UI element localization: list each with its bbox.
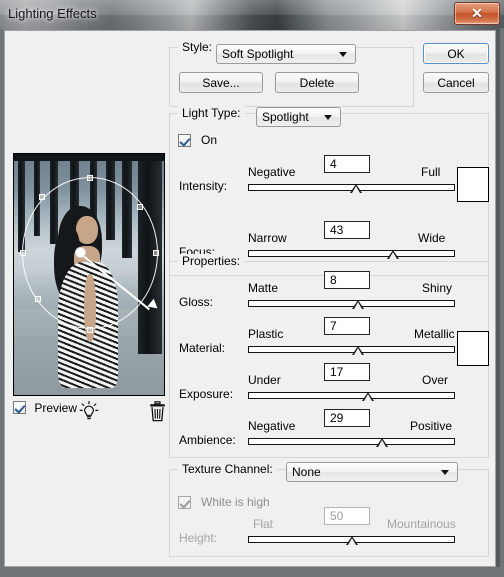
ellipse-handle[interactable] (39, 194, 45, 200)
light-center-handle[interactable] (75, 247, 86, 258)
cancel-button[interactable]: Cancel (423, 72, 489, 93)
height-max-label: Mountainous (387, 517, 456, 531)
height-slider-track[interactable] (248, 536, 455, 545)
gloss-min-label: Matte (248, 281, 279, 295)
focus-min-label: Narrow (248, 231, 287, 245)
ambience-max-label: Positive (410, 419, 453, 433)
material-slider-thumb[interactable] (351, 346, 364, 355)
height-label: Height: (179, 531, 218, 545)
ambience-value-input[interactable]: 29 (324, 409, 370, 427)
chevron-down-icon (339, 52, 347, 57)
light-bulb-icon[interactable] (79, 401, 99, 426)
intensity-max-label: Full (421, 165, 441, 179)
height-slider-thumb[interactable] (345, 536, 358, 545)
dialog-client-area: Preview OK Cancel Style: Soft Spotlight … (4, 30, 496, 567)
ellipse-handle[interactable] (87, 175, 93, 181)
ellipse-handle[interactable] (153, 250, 159, 256)
preview-controls-row: Preview (13, 401, 165, 425)
ambience-min-label: Negative (248, 419, 296, 433)
properties-group-label: Properties: (178, 254, 245, 268)
height-min-label: Flat (253, 517, 274, 531)
trash-icon[interactable] (149, 401, 166, 425)
ellipse-handle[interactable] (35, 296, 41, 302)
material-slider-track[interactable] (248, 346, 455, 355)
ellipse-handle[interactable] (87, 327, 93, 333)
texture-channel-group-label: Texture Channel: (178, 462, 277, 476)
intensity-slider-track[interactable] (248, 184, 455, 193)
close-icon: ✕ (471, 5, 483, 21)
white-is-high-checkbox[interactable] (178, 496, 191, 509)
material-value-input[interactable]: 7 (324, 317, 370, 335)
style-group-label: Style: (178, 40, 217, 54)
style-dropdown-value: Soft Spotlight (222, 47, 294, 61)
light-type-dropdown[interactable]: Spotlight (256, 107, 341, 127)
save-button[interactable]: Save... (179, 72, 263, 93)
focus-slider-thumb[interactable] (386, 250, 399, 259)
light-on-checkbox[interactable] (178, 134, 191, 147)
ellipse-handle[interactable] (137, 204, 143, 210)
pier-piling (14, 154, 164, 161)
gloss-label: Gloss: (179, 295, 214, 309)
delete-button[interactable]: Delete (275, 72, 359, 93)
close-button[interactable]: ✕ (454, 2, 500, 25)
gloss-value-input[interactable]: 8 (324, 271, 370, 289)
chevron-down-icon (441, 470, 449, 475)
intensity-value-input[interactable]: 4 (324, 155, 370, 173)
light-color-swatch[interactable] (457, 167, 489, 202)
gloss-max-label: Shiny (422, 281, 453, 295)
light-on-label: On (201, 133, 218, 147)
ok-button[interactable]: OK (423, 43, 489, 64)
focus-value-input[interactable]: 43 (324, 221, 370, 239)
focus-max-label: Wide (418, 231, 446, 245)
focus-slider-track[interactable] (248, 250, 455, 259)
style-dropdown[interactable]: Soft Spotlight (216, 44, 356, 64)
ambience-slider-thumb[interactable] (376, 438, 389, 447)
light-type-group-label: Light Type: (178, 106, 245, 120)
material-color-swatch[interactable] (457, 331, 489, 366)
gloss-slider-thumb[interactable] (351, 300, 364, 309)
ambience-slider-track[interactable] (248, 438, 455, 447)
exposure-slider-thumb[interactable] (361, 392, 374, 401)
ellipse-handle[interactable] (20, 250, 26, 256)
gloss-slider-track[interactable] (248, 300, 455, 309)
intensity-min-label: Negative (248, 165, 296, 179)
white-is-high-label: White is high (201, 495, 270, 509)
ambience-label: Ambience: (179, 433, 236, 447)
material-label: Material: (179, 341, 226, 355)
exposure-slider-track[interactable] (248, 392, 455, 401)
material-min-label: Plastic (248, 327, 284, 341)
exposure-min-label: Under (248, 373, 281, 387)
chevron-down-icon (324, 115, 332, 120)
preview-image[interactable] (13, 153, 165, 396)
height-value-input[interactable]: 50 (324, 507, 370, 525)
exposure-value-input[interactable]: 17 (324, 363, 370, 381)
lighting-effects-dialog: Lighting Effects ✕ Preview OK Cancel Sty… (0, 0, 504, 577)
light-type-dropdown-value: Spotlight (262, 110, 309, 124)
title-bar[interactable]: Lighting Effects ✕ (0, 0, 504, 30)
light-ellipse-handle[interactable] (20, 175, 159, 333)
exposure-max-label: Over (422, 373, 449, 387)
preview-checkbox-label: Preview (34, 401, 78, 415)
intensity-label: Intensity: (179, 179, 228, 193)
texture-channel-value: None (292, 465, 321, 479)
exposure-label: Exposure: (179, 387, 234, 401)
preview-checkbox[interactable] (13, 401, 26, 414)
intensity-slider-thumb[interactable] (349, 184, 362, 193)
window-title: Lighting Effects (8, 6, 97, 21)
texture-channel-dropdown[interactable]: None (286, 462, 458, 482)
material-max-label: Metallic (414, 327, 455, 341)
